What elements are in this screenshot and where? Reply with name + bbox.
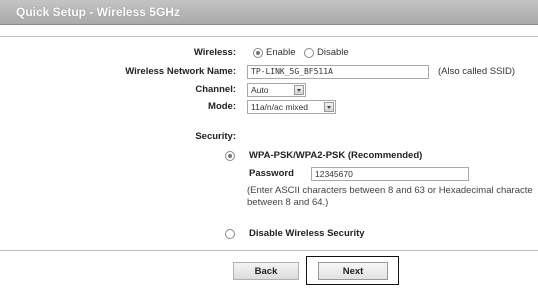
security-disable-label: Disable Wireless Security [249,228,365,239]
wireless-enable-radio[interactable] [253,48,263,58]
page-title: Quick Setup - Wireless 5GHz [16,5,180,19]
wireless-disable-label: Disable [317,47,349,58]
security-label: Security: [195,131,236,142]
security-wpa-radio[interactable] [225,151,235,161]
wireless-disable-radio[interactable] [304,48,314,58]
security-wpa-label: WPA-PSK/WPA2-PSK (Recommended) [249,150,423,161]
security-disable-radio[interactable] [225,229,235,239]
top-divider [0,36,538,37]
mode-select[interactable]: 11a/n/ac mixed [247,100,336,114]
chevron-down-icon[interactable] [324,102,334,112]
password-note-line2: between 8 and 64.) [247,197,329,208]
mode-label: Mode: [208,101,236,112]
ssid-input[interactable]: TP-LINK_5G_BF511A [247,65,429,79]
wireless-enable-label: Enable [266,47,296,58]
password-label: Password [249,168,294,179]
channel-value: Auto [251,85,269,95]
password-note-line1: (Enter ASCII characters between 8 and 63… [247,185,533,196]
bottom-divider [0,250,538,251]
wireless-label: Wireless: [193,47,236,58]
password-input[interactable]: 12345670 [311,167,469,181]
ssid-note: (Also called SSID) [438,66,516,77]
back-button[interactable]: Back [233,262,299,280]
ssid-label: Wireless Network Name: [125,66,236,77]
mode-value: 11a/n/ac mixed [251,102,309,112]
channel-select[interactable]: Auto [247,83,306,97]
chevron-down-icon[interactable] [294,85,304,95]
channel-label: Channel: [195,84,236,95]
next-button[interactable]: Next [318,262,388,280]
